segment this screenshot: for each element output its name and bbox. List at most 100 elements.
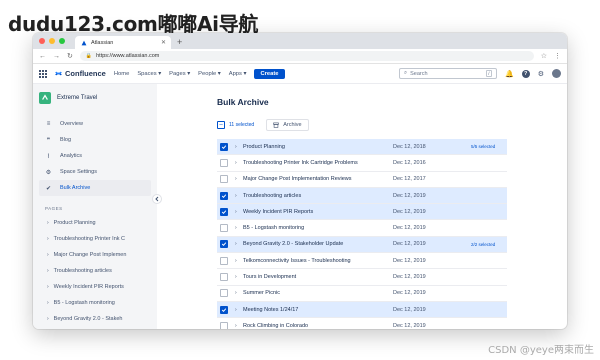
table-row[interactable]: › Summer Picnic Dec 12, 2019 <box>217 286 507 302</box>
row-checkbox[interactable] <box>220 207 228 216</box>
row-checkbox[interactable] <box>220 273 228 282</box>
forward-icon[interactable]: → <box>53 53 60 60</box>
row-title[interactable]: Troubleshooting Printer Ink Cartridge Pr… <box>243 160 393 166</box>
settings-gear-icon[interactable]: ⚙ <box>538 70 544 78</box>
chevron-right-icon[interactable]: › <box>47 284 49 290</box>
create-button[interactable]: Create <box>254 68 285 79</box>
nav-home[interactable]: Home <box>114 71 129 77</box>
archive-button[interactable]: Archive <box>266 119 309 131</box>
sidebar-item-label: Overview <box>60 121 83 127</box>
row-checkbox[interactable] <box>220 256 228 265</box>
chevron-right-icon[interactable]: › <box>47 300 49 306</box>
selection-summary[interactable]: – 11 selected <box>217 121 254 129</box>
chevron-right-icon[interactable]: › <box>235 209 243 215</box>
row-checkbox[interactable] <box>220 175 228 184</box>
new-tab-icon[interactable]: + <box>177 37 182 47</box>
page-tree-item[interactable]: › Product Planning <box>39 215 151 231</box>
chevron-right-icon[interactable]: › <box>235 176 243 182</box>
chevron-right-icon[interactable]: › <box>235 160 243 166</box>
chevron-right-icon[interactable]: › <box>235 274 243 280</box>
table-row[interactable]: › Tours in Development Dec 12, 2019 <box>217 269 507 286</box>
deselect-all-checkbox[interactable]: – <box>217 121 225 129</box>
page-tree-item[interactable]: › Troubleshooting articles <box>39 263 151 279</box>
page-tree-item[interactable]: › B5 - Logstash monitoring <box>39 295 151 311</box>
page-tree-item[interactable]: › Troubleshooting Printer Ink C <box>39 231 151 247</box>
table-row[interactable]: › Beyond Gravity 2.0 - Stakeholder Update… <box>217 236 507 254</box>
chevron-right-icon[interactable]: › <box>47 316 49 322</box>
row-title[interactable]: Troubleshooting articles <box>243 193 393 199</box>
row-title[interactable]: Weekly Incident PIR Reports <box>243 209 393 215</box>
row-title[interactable]: Rock Climbing in Colorado <box>243 323 393 329</box>
row-title[interactable]: Tours in Development <box>243 274 393 280</box>
row-title[interactable]: Telkomconnectivity Issues - Troubleshoot… <box>243 258 393 264</box>
space-header[interactable]: Extreme Travel <box>39 92 151 104</box>
row-checkbox[interactable] <box>220 240 228 249</box>
maximize-window-button[interactable] <box>59 38 65 44</box>
search-icon: ⌕ <box>404 70 408 76</box>
user-avatar[interactable] <box>552 69 561 78</box>
sidebar-item-space-settings[interactable]: ⚙ Space Settings <box>39 164 151 180</box>
table-row[interactable]: › Product Planning Dec 12, 2018 5/5 selecte… <box>217 139 507 156</box>
help-icon[interactable]: ? <box>521 69 530 78</box>
browser-menu-icon[interactable]: ⋮ <box>554 52 561 60</box>
search-input[interactable]: ⌕ Search / <box>399 68 497 79</box>
row-title[interactable]: Major Change Post Implementation Reviews <box>243 176 393 182</box>
nav-people[interactable]: People ▾ <box>198 71 221 77</box>
page-tree-item[interactable]: › Weekly Incident PIR Reports <box>39 279 151 295</box>
chevron-right-icon[interactable]: › <box>235 290 243 296</box>
chevron-right-icon[interactable]: › <box>47 252 49 258</box>
chevron-right-icon[interactable]: › <box>235 193 243 199</box>
url-field[interactable]: 🔒 https://www.atlassian.com <box>79 51 534 61</box>
table-row[interactable]: › Meeting Notes 1/24/17 Dec 12, 2019 <box>217 301 507 319</box>
table-row[interactable]: › B5 - Logstash monitoring Dec 12, 2019 <box>217 220 507 237</box>
confluence-logo[interactable]: Confluence <box>55 69 106 78</box>
nav-apps[interactable]: Apps ▾ <box>229 71 247 77</box>
row-checkbox[interactable] <box>220 321 228 329</box>
chevron-right-icon[interactable]: › <box>47 268 49 274</box>
chevron-right-icon[interactable]: › <box>235 241 243 247</box>
chevron-right-icon[interactable]: › <box>235 323 243 329</box>
close-window-button[interactable] <box>39 38 45 44</box>
table-row[interactable]: › Rock Climbing in Colorado Dec 12, 2019 <box>217 318 507 329</box>
chevron-right-icon[interactable]: › <box>47 236 49 242</box>
sidebar-item-analytics[interactable]: ⌇ Analytics <box>39 148 151 164</box>
row-title[interactable]: B5 - Logstash monitoring <box>243 225 393 231</box>
row-checkbox[interactable] <box>220 305 228 314</box>
bookmark-star-icon[interactable]: ☆ <box>541 52 547 60</box>
row-checkbox[interactable] <box>220 224 228 233</box>
row-title[interactable]: Product Planning <box>243 144 393 150</box>
chevron-right-icon[interactable]: › <box>235 225 243 231</box>
reload-icon[interactable]: ↻ <box>67 52 73 60</box>
sidebar-item-bulk-archive[interactable]: ✔ Bulk Archive <box>39 180 151 196</box>
row-title[interactable]: Summer Picnic <box>243 290 393 296</box>
row-title[interactable]: Meeting Notes 1/24/17 <box>243 307 393 313</box>
table-row[interactable]: › Telkomconnectivity Issues - Troubleshoo… <box>217 253 507 270</box>
row-title[interactable]: Beyond Gravity 2.0 - Stakeholder Update <box>243 241 393 247</box>
nav-pages[interactable]: Pages ▾ <box>169 71 190 77</box>
minimize-window-button[interactable] <box>49 38 55 44</box>
row-checkbox[interactable] <box>220 289 228 298</box>
chevron-right-icon[interactable]: › <box>235 258 243 264</box>
chevron-right-icon[interactable]: › <box>235 307 243 313</box>
chevron-right-icon[interactable]: › <box>235 144 243 150</box>
chevron-right-icon[interactable]: › <box>47 220 49 226</box>
page-tree-item[interactable]: › Major Change Post Implemen <box>39 247 151 263</box>
table-row[interactable]: › Weekly Incident PIR Reports Dec 12, 2019 <box>217 204 507 221</box>
back-icon[interactable]: ← <box>39 53 46 60</box>
table-row[interactable]: › Major Change Post Implementation Review… <box>217 172 507 188</box>
address-bar: ← → ↻ 🔒 https://www.atlassian.com ☆ ⋮ <box>33 49 567 64</box>
page-tree-item[interactable]: › Beyond Gravity 2.0 - Stakeh <box>39 311 151 327</box>
row-date: Dec 12, 2019 <box>393 208 426 215</box>
browser-tab[interactable]: Atlassian ✕ <box>75 36 171 49</box>
table-row[interactable]: › Troubleshooting Printer Ink Cartridge P… <box>217 155 507 172</box>
close-tab-icon[interactable]: ✕ <box>161 39 166 46</box>
row-checkbox[interactable] <box>220 142 228 151</box>
row-checkbox[interactable] <box>220 158 228 167</box>
sidebar-item-blog[interactable]: ❞ Blog <box>39 132 151 148</box>
row-checkbox[interactable] <box>220 191 228 200</box>
notification-bell-icon[interactable]: 🔔 <box>505 70 514 78</box>
app-switcher-icon[interactable] <box>39 69 47 78</box>
table-row[interactable]: › Troubleshooting articles Dec 12, 2019 <box>217 187 507 205</box>
sidebar-item-overview[interactable]: ≡ Overview <box>39 116 151 132</box>
nav-spaces[interactable]: Spaces ▾ <box>137 71 161 77</box>
